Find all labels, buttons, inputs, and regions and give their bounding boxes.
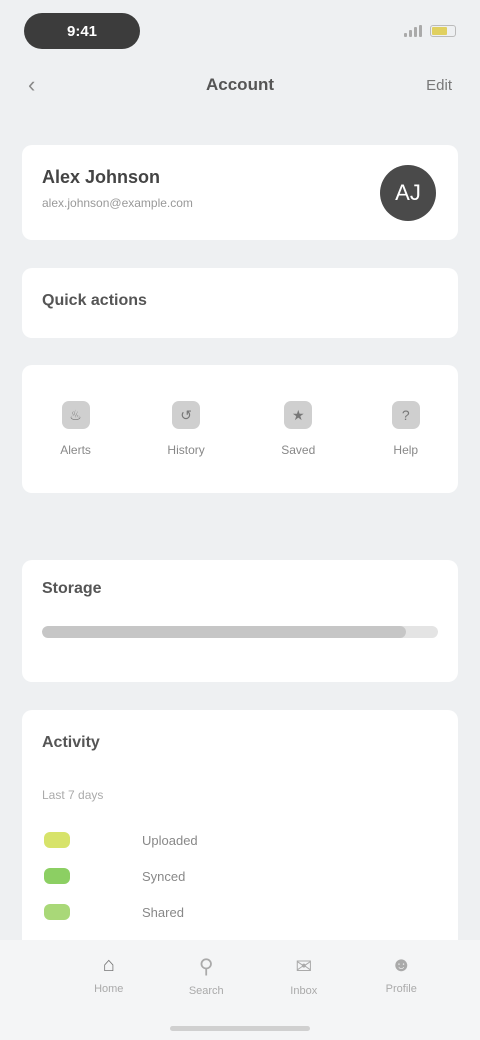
home-indicator xyxy=(170,1026,310,1031)
history-icon: ↺ xyxy=(172,401,201,429)
tab-label: Search xyxy=(188,985,224,997)
activity-card: Activity Last 7 days Uploaded Synced Sha… xyxy=(22,710,458,950)
legend-swatch xyxy=(44,832,70,848)
chevron-left-icon: ‹ xyxy=(28,72,36,97)
back-button[interactable]: ‹ xyxy=(28,72,88,98)
help-icon: ? xyxy=(391,401,420,429)
profile-name: Alex Johnson xyxy=(42,167,161,187)
bell-icon: ♨ xyxy=(61,401,90,429)
storage-card[interactable]: Storage xyxy=(22,560,458,682)
tab-search[interactable]: ⚲ Search xyxy=(171,954,241,997)
quick-actions-header: Quick actions xyxy=(22,268,458,338)
shortcut-help[interactable]: ? Help xyxy=(391,401,420,457)
tab-bar: ⌂ Home ⚲ Search ✉ Inbox ☻ Profile xyxy=(0,940,480,1040)
shortcut-label: History xyxy=(167,443,205,457)
storage-progress-bar xyxy=(42,626,438,638)
tab-label: Home xyxy=(94,983,124,995)
activity-title: Activity xyxy=(42,734,100,751)
profile-card[interactable]: Alex Johnson alex.johnson@example.com AJ xyxy=(22,145,458,240)
legend-swatch xyxy=(44,868,70,884)
search-icon: ⚲ xyxy=(198,956,214,978)
activity-label: Synced xyxy=(142,868,186,884)
status-icons xyxy=(404,25,456,37)
shortcut-label: Help xyxy=(393,443,419,457)
activity-subtitle: Last 7 days xyxy=(42,788,104,802)
tab-label: Profile xyxy=(385,983,417,995)
signal-icon xyxy=(404,25,422,37)
storage-title: Storage xyxy=(42,580,102,597)
list-item[interactable]: Uploaded xyxy=(42,822,438,858)
shortcut-label: Alerts xyxy=(60,443,91,457)
shortcut-history[interactable]: ↺ History xyxy=(167,401,205,457)
inbox-icon: ✉ xyxy=(295,956,313,978)
list-item[interactable]: Synced xyxy=(42,858,438,894)
star-icon: ★ xyxy=(284,401,313,429)
battery-icon xyxy=(430,25,456,37)
battery-level xyxy=(432,27,448,35)
edit-button[interactable]: Edit xyxy=(392,77,452,94)
nav-bar: ‹ Account Edit xyxy=(0,62,480,108)
activity-list: Uploaded Synced Shared xyxy=(42,822,438,930)
section-title: Quick actions xyxy=(42,292,147,309)
home-icon: ⌂ xyxy=(102,954,115,976)
status-bar: 9:41 xyxy=(0,0,480,62)
status-time: 9:41 xyxy=(24,13,140,49)
shortcut-alerts[interactable]: ♨ Alerts xyxy=(60,401,91,457)
activity-label: Shared xyxy=(142,904,184,920)
profile-subtitle: alex.johnson@example.com xyxy=(42,196,193,210)
tab-inbox[interactable]: ✉ Inbox xyxy=(269,954,339,997)
tab-profile[interactable]: ☻ Profile xyxy=(366,954,436,995)
shortcut-saved[interactable]: ★ Saved xyxy=(281,401,315,457)
page-title: Account xyxy=(206,75,274,94)
activity-label: Uploaded xyxy=(142,832,198,848)
user-icon: ☻ xyxy=(390,954,412,976)
tab-home[interactable]: ⌂ Home xyxy=(74,954,144,995)
storage-progress-fill xyxy=(42,626,407,638)
avatar[interactable]: AJ xyxy=(380,165,436,221)
legend-swatch xyxy=(44,904,70,920)
tab-label: Inbox xyxy=(290,985,318,997)
list-item[interactable]: Shared xyxy=(42,894,438,930)
shortcut-grid: ♨ Alerts ↺ History ★ Saved ? Help xyxy=(22,365,458,493)
shortcut-label: Saved xyxy=(281,443,316,457)
